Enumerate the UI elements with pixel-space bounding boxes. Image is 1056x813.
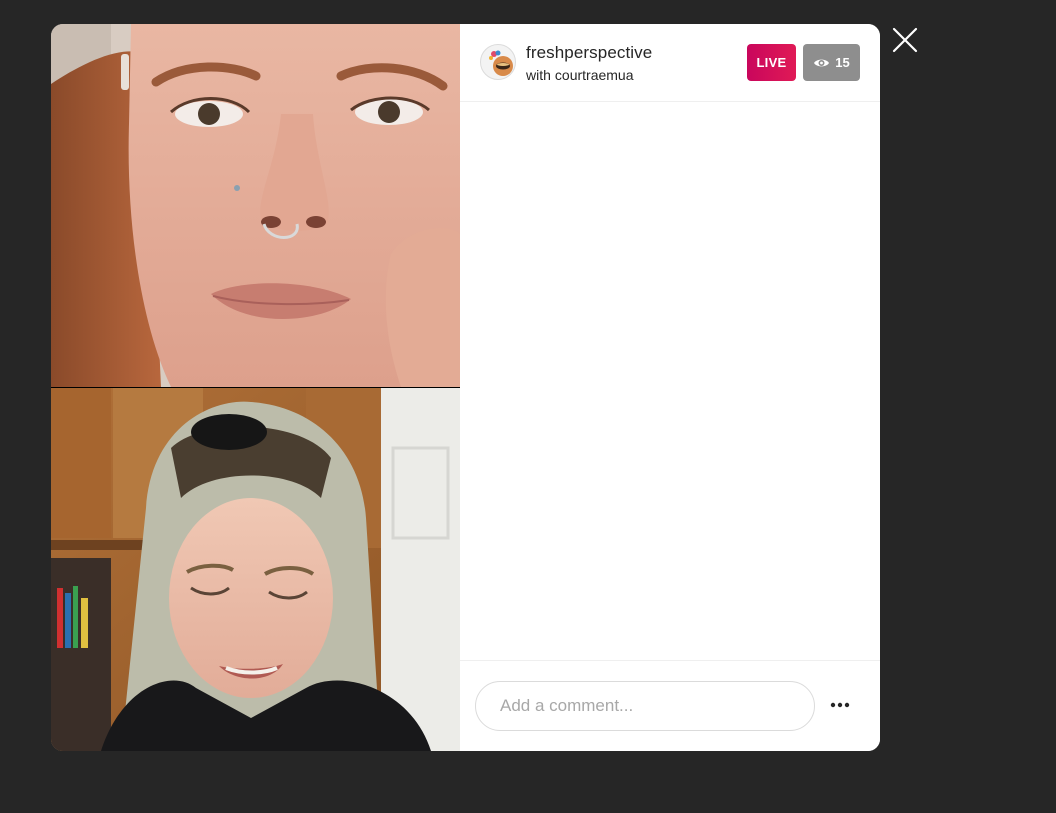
comments-feed <box>460 102 880 660</box>
guest-username[interactable]: courtraemua <box>555 67 634 83</box>
co-host-line: with courtraemua <box>526 67 634 83</box>
more-options-button[interactable] <box>828 693 852 717</box>
close-icon <box>892 27 918 53</box>
more-options-icon <box>830 702 850 708</box>
live-label: LIVE <box>756 55 787 70</box>
host-avatar[interactable] <box>480 44 516 80</box>
live-badge: LIVE <box>747 44 796 81</box>
with-label: with <box>526 67 551 83</box>
live-viewer-overlay: freshperspective with courtraemua LIVE 15 <box>0 0 1056 813</box>
comment-input[interactable] <box>475 681 815 731</box>
viewer-count-badge[interactable]: 15 <box>803 44 860 81</box>
comment-footer <box>460 660 880 751</box>
live-side-panel: freshperspective with courtraemua LIVE 15 <box>460 24 880 751</box>
eye-icon <box>814 59 830 66</box>
avatar-icon <box>480 44 516 80</box>
close-button[interactable] <box>891 26 919 54</box>
guest-video-feed <box>51 388 460 751</box>
host-video-feed <box>51 24 460 387</box>
viewer-count: 15 <box>835 55 850 70</box>
live-video-area <box>51 24 460 751</box>
host-username[interactable]: freshperspective <box>526 43 652 63</box>
live-modal: freshperspective with courtraemua LIVE 15 <box>51 24 880 751</box>
live-header: freshperspective with courtraemua LIVE 15 <box>460 24 880 102</box>
